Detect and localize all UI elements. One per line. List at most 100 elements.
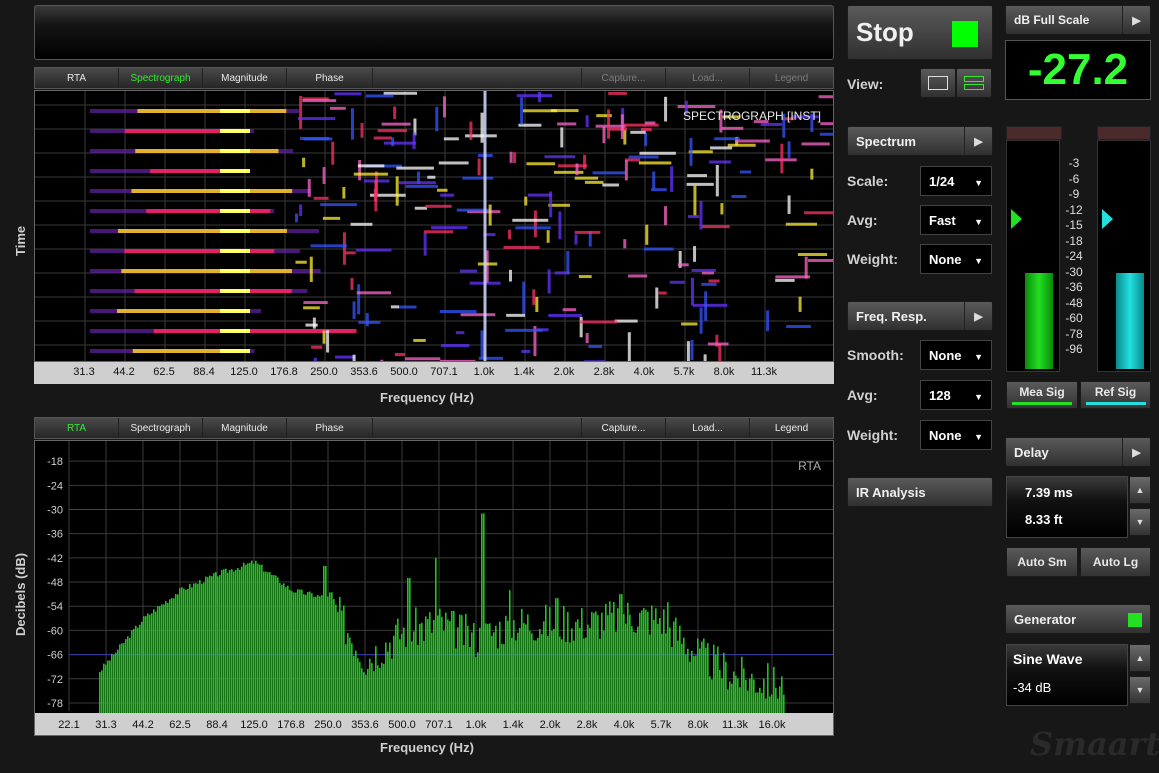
rta-bar xyxy=(109,660,111,713)
spectro-tick-label: 88.4 xyxy=(193,366,215,378)
spectro-blob xyxy=(443,137,459,141)
rta-bar xyxy=(645,609,647,713)
rta-bar xyxy=(101,670,103,713)
spectro-blob xyxy=(808,258,833,262)
spectro-blob xyxy=(462,176,494,180)
generator-button[interactable]: Generator xyxy=(1005,604,1151,634)
db-full-scale-button[interactable]: dB Full Scale ▶ xyxy=(1005,5,1151,35)
ref-threshold-marker-icon[interactable] xyxy=(1102,209,1113,229)
spectro-blob xyxy=(664,96,668,122)
spectrograph-plot[interactable]: SPECTROGRAPH [INST] xyxy=(34,90,834,362)
rta-bar xyxy=(111,653,113,713)
spectrum-menu-button[interactable]: Spectrum ▶ xyxy=(847,126,993,156)
tab-rta[interactable]: RTA xyxy=(35,418,119,438)
spectro-blob xyxy=(342,232,346,265)
spectro-blob xyxy=(535,296,539,313)
spectro-blob xyxy=(731,194,747,198)
view-single-button[interactable] xyxy=(920,68,956,98)
rta-bar xyxy=(139,624,141,713)
rta-bar xyxy=(383,663,385,713)
spectro-blob xyxy=(299,95,303,129)
rta-bar xyxy=(129,638,131,713)
rta-y-tick: -72 xyxy=(47,674,63,686)
rta-bar xyxy=(273,575,275,713)
rta-bar xyxy=(283,583,285,713)
rta-bar xyxy=(193,583,195,713)
rta-bar xyxy=(581,608,583,713)
spectro-blob xyxy=(628,155,659,159)
rta-bar xyxy=(135,625,137,713)
rta-bar xyxy=(359,661,361,713)
generator-down-button[interactable]: ▼ xyxy=(1129,676,1151,704)
ir-analysis-button[interactable]: IR Analysis xyxy=(847,477,993,507)
spectro-blob xyxy=(687,174,708,178)
rta-bar xyxy=(695,655,697,713)
weight-select[interactable]: None ▼ xyxy=(920,244,992,274)
delay-up-button[interactable]: ▲ xyxy=(1129,476,1151,504)
auto-sm-button[interactable]: Auto Sm xyxy=(1006,547,1078,577)
avg2-select[interactable]: 128 ▼ xyxy=(920,380,992,410)
rta-bar xyxy=(499,621,501,713)
rta-bar xyxy=(683,637,685,713)
spectro-blob xyxy=(588,344,603,348)
spectro-blob xyxy=(509,151,513,163)
tab-spectrograph[interactable]: Spectrograph xyxy=(119,418,203,438)
delay-down-button[interactable]: ▼ xyxy=(1129,508,1151,536)
spectro-streak xyxy=(118,229,287,233)
spectro-blob xyxy=(329,106,346,110)
freq-resp-menu-button[interactable]: Freq. Resp. ▶ xyxy=(847,301,993,331)
legend-button[interactable]: Legend xyxy=(750,68,833,88)
tab-rta[interactable]: RTA xyxy=(35,68,119,88)
meter-scale-label: -6 xyxy=(1068,171,1080,186)
rta-bar xyxy=(475,656,477,713)
spectro-blob xyxy=(322,167,326,184)
avg-select[interactable]: Fast ▼ xyxy=(920,205,992,235)
generator-up-button[interactable]: ▲ xyxy=(1129,644,1151,672)
weight2-select[interactable]: None ▼ xyxy=(920,420,992,450)
load-button[interactable]: Load... xyxy=(666,68,750,88)
rta-bar xyxy=(305,594,307,713)
chevron-up-icon: ▲ xyxy=(1135,653,1145,663)
spectro-blob xyxy=(322,216,341,220)
rta-bar xyxy=(425,616,427,713)
delay-menu-button[interactable]: Delay ▶ xyxy=(1005,437,1151,467)
tab-magnitude[interactable]: Magnitude xyxy=(203,68,287,88)
spectro-blob xyxy=(690,339,694,360)
rta-bar xyxy=(511,637,513,713)
rta-bar xyxy=(563,605,565,713)
smooth-select[interactable]: None ▼ xyxy=(920,340,992,370)
mea-threshold-marker-icon[interactable] xyxy=(1011,209,1022,229)
auto-lg-button[interactable]: Auto Lg xyxy=(1080,547,1151,577)
view-dual-button[interactable] xyxy=(956,68,992,98)
legend-button[interactable]: Legend xyxy=(750,418,833,438)
tab-magnitude[interactable]: Magnitude xyxy=(203,418,287,438)
spectro-streak xyxy=(135,149,279,153)
spectro-blob xyxy=(512,218,549,222)
capture-button[interactable]: Capture... xyxy=(582,68,666,88)
rta-plot[interactable]: -18 -24 -30 -36 -42 -48 -54 -60 -66 -72 -78 22.1 31.… xyxy=(34,440,834,736)
rta-bar xyxy=(179,588,181,713)
spectro-blob xyxy=(709,160,731,164)
meter-scale-label: -9 xyxy=(1068,187,1080,201)
capture-button[interactable]: Capture... xyxy=(582,418,666,438)
rta-bar xyxy=(453,610,455,713)
mea-sig-button[interactable]: Mea Sig xyxy=(1006,381,1078,409)
delay-label: Delay xyxy=(1014,444,1049,460)
rta-bar xyxy=(509,590,511,713)
spectro-blob xyxy=(355,248,392,252)
load-button[interactable]: Load... xyxy=(666,418,750,438)
meter-scale-label: -96 xyxy=(1065,342,1083,356)
stop-button[interactable]: Stop xyxy=(847,5,993,60)
rta-bar xyxy=(335,604,337,713)
rta-bar xyxy=(741,656,743,713)
tab-spectrograph[interactable]: Spectrograph xyxy=(119,68,203,88)
spectrograph-x-axis: 31.3 44.2 62.5 88.4 125.0 176.8 250.0 353.6 500.… xyxy=(34,362,834,384)
scale-select[interactable]: 1/24 ▼ xyxy=(920,166,992,196)
ref-sig-button[interactable]: Ref Sig xyxy=(1080,381,1151,409)
spectro-streak xyxy=(220,129,250,133)
rta-y-tick: -42 xyxy=(47,553,63,565)
spectro-blob xyxy=(718,344,722,361)
rta-bar xyxy=(219,574,221,713)
tab-phase[interactable]: Phase xyxy=(287,418,373,438)
tab-phase[interactable]: Phase xyxy=(287,68,373,88)
